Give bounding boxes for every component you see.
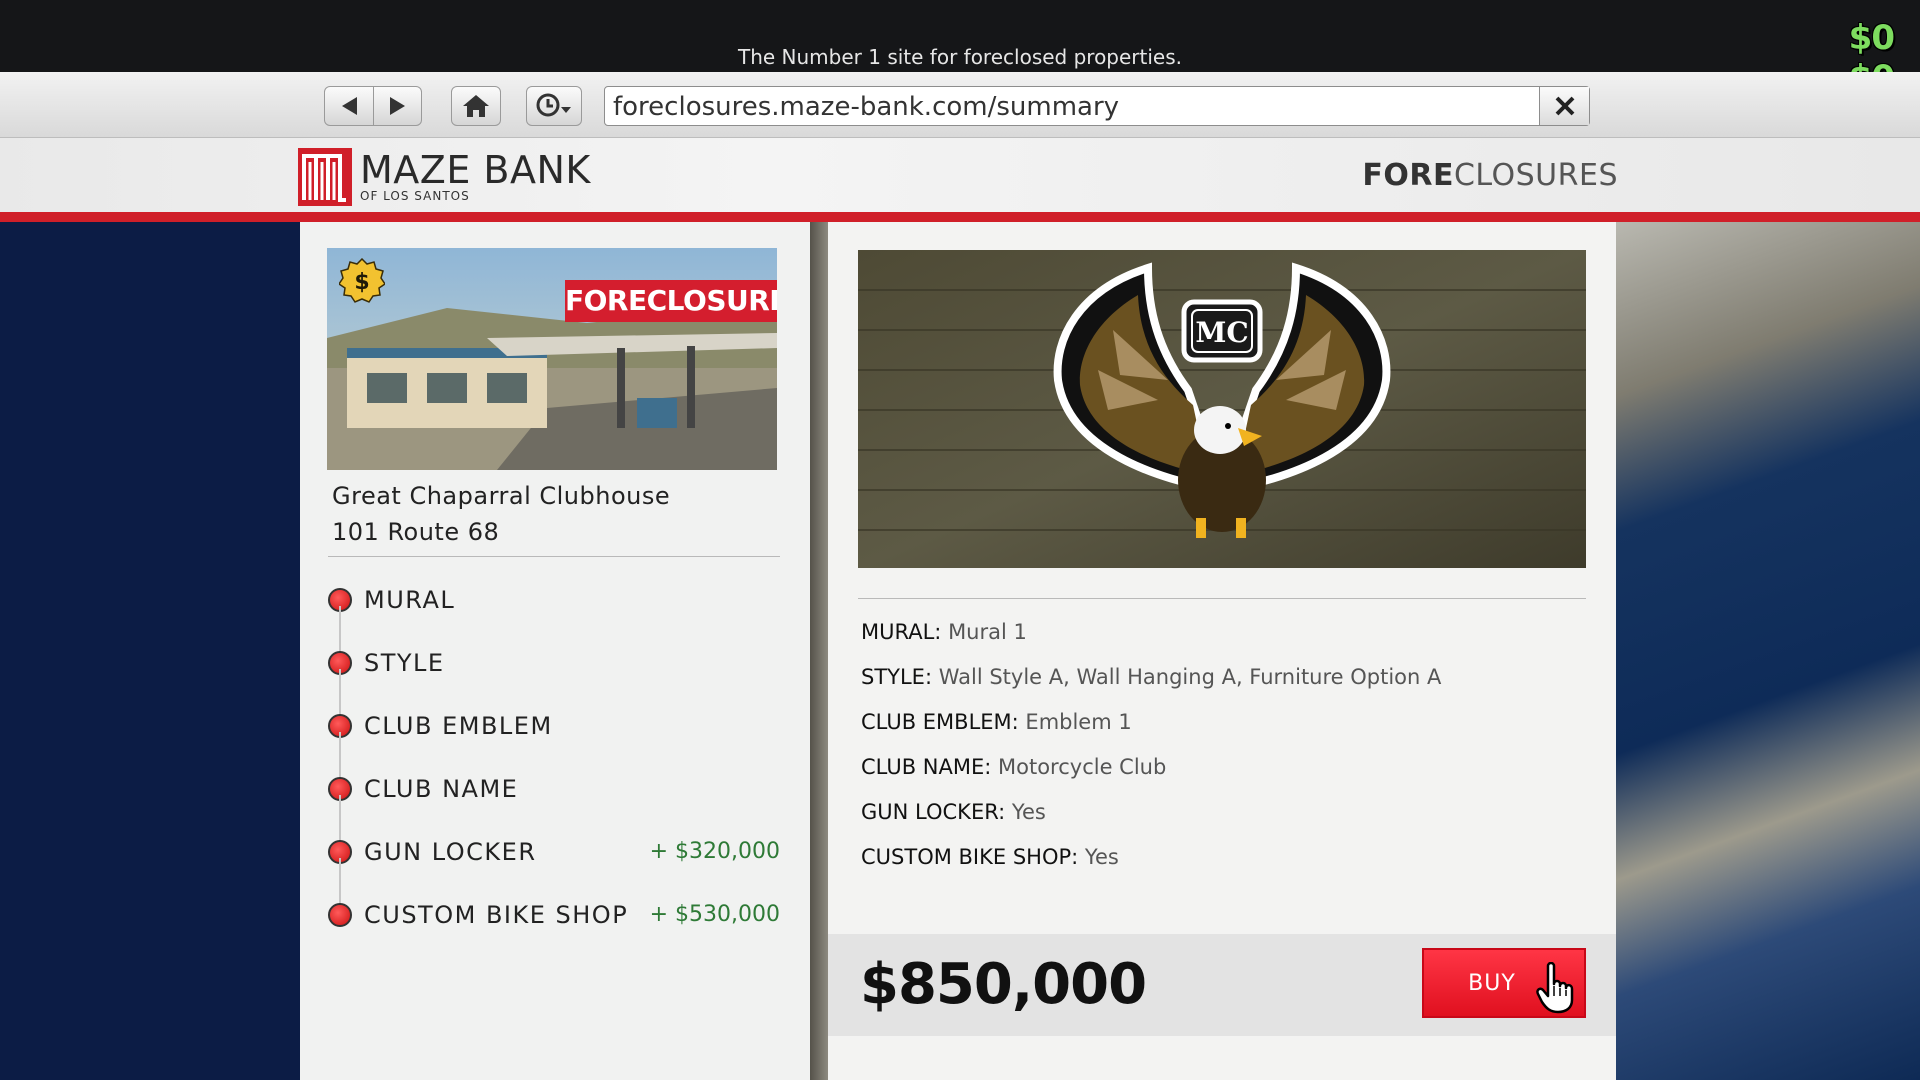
detail-club-emblem: CLUB EMBLEM: Emblem 1: [861, 710, 1581, 755]
address-bar[interactable]: foreclosures.maze-bank.com/summary: [604, 86, 1590, 126]
option-label: CLUB NAME: [364, 774, 519, 803]
history-group: [526, 86, 582, 126]
detail-style: STYLE: Wall Style A, Wall Hanging A, Fur…: [861, 665, 1581, 710]
brand-rest: CLOSURES: [1453, 158, 1618, 193]
site-tagline: The Number 1 site for foreclosed propert…: [737, 45, 1183, 69]
detail-club-name: CLUB NAME: Motorcycle Club: [861, 755, 1581, 800]
detail-key: CLUB NAME:: [861, 755, 992, 779]
detail-key: STYLE:: [861, 665, 933, 689]
property-options-panel: $ FORECLOSURE Great Chaparral Clubhouse …: [300, 222, 810, 1080]
option-label: CLUB EMBLEM: [364, 711, 553, 740]
detail-mural: MURAL: Mural 1: [861, 620, 1581, 665]
eagle-mc-emblem: MC: [858, 250, 1586, 568]
option-club-name[interactable]: CLUB NAME: [328, 757, 780, 845]
history-clock-icon: [536, 93, 571, 117]
property-address: 101 Route 68: [332, 518, 500, 546]
option-label: MURAL: [364, 585, 456, 614]
detail-value: Wall Style A, Wall Hanging A, Furniture …: [938, 665, 1442, 689]
purchase-bar: $850,000 BUY: [828, 934, 1616, 1036]
option-custom-bike-shop[interactable]: CUSTOM BIKE SHOP + $530,000: [328, 883, 780, 946]
option-label: GUN LOCKER: [364, 837, 537, 866]
svg-text:$: $: [354, 270, 369, 295]
site-header: [0, 138, 1920, 214]
back-button[interactable]: [325, 87, 373, 125]
detail-value: Yes: [1011, 800, 1046, 824]
forward-button[interactable]: [373, 87, 421, 125]
detail-key: CLUB EMBLEM:: [861, 710, 1019, 734]
history-button[interactable]: [527, 87, 581, 125]
option-label: STYLE: [364, 648, 445, 677]
option-status-dot: [328, 902, 352, 927]
options-list: MURAL STYLE CLUB EMBLEM CLUB NAME GUN LO…: [328, 568, 780, 946]
summary-details: MURAL: Mural 1 STYLE: Wall Style A, Wall…: [861, 620, 1581, 890]
detail-key: CUSTOM BIKE SHOP:: [861, 845, 1079, 869]
option-gun-locker[interactable]: GUN LOCKER + $320,000: [328, 820, 780, 908]
dollar-coin-icon: $: [339, 258, 385, 303]
header-accent-line: [0, 212, 1920, 222]
detail-key: GUN LOCKER:: [861, 800, 1006, 824]
close-icon: [1555, 96, 1574, 116]
foreclosures-brand: FORECLOSURES: [1362, 158, 1618, 193]
maze-bank-logo-icon: [298, 148, 352, 206]
total-price: $850,000: [860, 952, 1147, 1017]
option-mural[interactable]: MURAL: [328, 568, 780, 656]
divider: [328, 556, 780, 557]
brand-bold: FORE: [1362, 158, 1454, 193]
property-name: Great Chaparral Clubhouse: [332, 482, 671, 510]
browser-toolbar: foreclosures.maze-bank.com/summary: [0, 72, 1920, 138]
hand-cursor-icon: [1536, 962, 1574, 1014]
detail-gun-locker: GUN LOCKER: Yes: [861, 800, 1581, 845]
maze-bank-logo[interactable]: MAZE BANK OF LOS SANTOS: [298, 148, 591, 206]
close-button[interactable]: [1539, 87, 1589, 125]
logo-title: MAZE BANK: [360, 148, 591, 192]
detail-key: MURAL:: [861, 620, 942, 644]
foreclosure-banner: FORECLOSURE: [565, 280, 777, 322]
option-style[interactable]: STYLE: [328, 631, 780, 719]
divider: [858, 598, 1586, 599]
detail-value: Motorcycle Club: [998, 755, 1167, 779]
detail-value: Yes: [1084, 845, 1119, 869]
wallet-cash: $0: [1848, 18, 1895, 58]
background-map: [1616, 222, 1920, 1080]
club-emblem-preview: MC: [858, 250, 1586, 568]
property-image: $ FORECLOSURE: [327, 248, 777, 470]
detail-value: Emblem 1: [1025, 710, 1132, 734]
summary-panel: MC MURAL: Mural 1 STYLE: Wall Style A, W…: [828, 222, 1616, 1080]
home-group: [451, 86, 501, 126]
background-gap: [810, 222, 828, 1080]
option-label: CUSTOM BIKE SHOP: [364, 900, 629, 929]
option-price: + $320,000: [649, 839, 780, 864]
detail-value: Mural 1: [948, 620, 1027, 644]
background-left: [0, 222, 300, 1080]
option-price: + $530,000: [649, 902, 780, 927]
emblem-badge-text: MC: [1195, 316, 1248, 349]
home-button[interactable]: [452, 87, 500, 125]
option-club-emblem[interactable]: CLUB EMBLEM: [328, 694, 780, 782]
forward-arrow-icon: [389, 97, 405, 115]
nav-back-forward: [324, 86, 422, 126]
back-arrow-icon: [342, 97, 357, 115]
logo-subtitle: OF LOS SANTOS: [360, 189, 470, 203]
home-icon: [463, 95, 489, 117]
detail-custom-bike-shop: CUSTOM BIKE SHOP: Yes: [861, 845, 1581, 890]
url-text: foreclosures.maze-bank.com/summary: [613, 92, 1120, 122]
